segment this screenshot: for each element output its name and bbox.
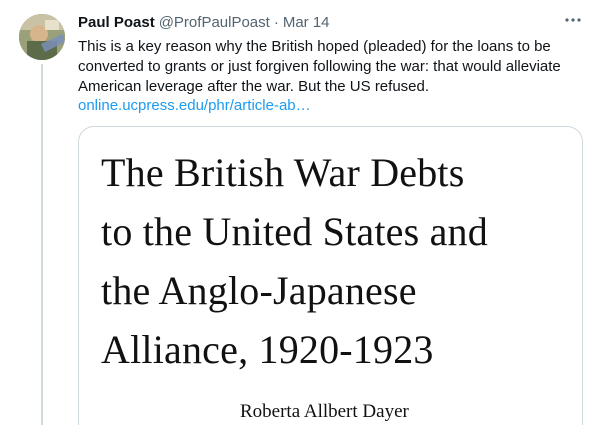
more-options-button[interactable] [562,11,584,29]
tweet-text: This is a key reason why the British hop… [78,38,561,95]
link-preview-card[interactable]: The British War Debts to the United Stat… [78,126,583,425]
tweet-link[interactable]: online.ucpress.edu/phr/article-ab… [78,96,311,116]
avatar[interactable] [19,14,65,60]
tweet[interactable]: Paul Poast @ProfPaulPoast · Mar 14 This … [0,0,602,425]
more-horizontal-icon [565,18,581,22]
tweet-date[interactable]: Mar 14 [283,14,330,31]
thread-line [41,64,43,425]
header-separator: · [273,13,279,31]
author-display-name[interactable]: Paul Poast [78,14,155,31]
card-article-title: The British War Debts to the United Stat… [101,150,488,372]
avatar-image [19,14,65,60]
card-article-author: Roberta Allbert Dayer [240,401,409,422]
author-handle[interactable]: @ProfPaulPoast [159,14,270,31]
tweet-header: Paul Poast @ProfPaulPoast · Mar 14 [78,11,582,33]
